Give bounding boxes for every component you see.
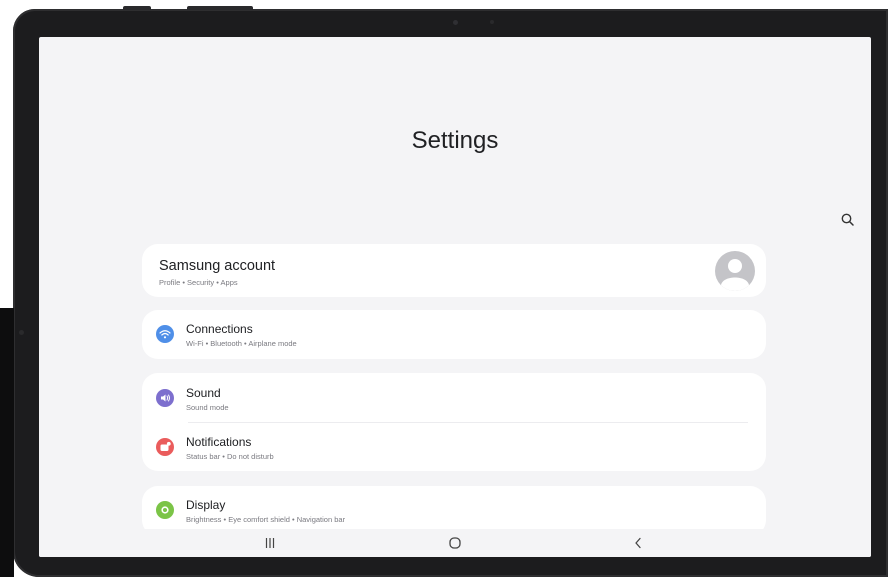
volume-button — [123, 6, 151, 10]
connections-subtitle: Wi-Fi • Bluetooth • Airplane mode — [186, 339, 297, 348]
notifications-subtitle: Status bar • Do not disturb — [186, 452, 274, 461]
navigation-bar — [39, 529, 871, 557]
sound-subtitle: Sound mode — [186, 403, 229, 412]
power-button — [187, 6, 253, 10]
page-title: Settings — [411, 127, 499, 154]
avatar-icon[interactable] — [715, 251, 755, 291]
front-camera — [453, 20, 458, 25]
recents-icon[interactable] — [250, 529, 290, 557]
screen: Settings Samsung account Profile • Secur… — [39, 37, 871, 557]
display-subtitle: Brightness • Eye comfort shield • Naviga… — [186, 515, 346, 524]
speaker-icon — [156, 389, 174, 407]
samsung-account-title: Samsung account — [159, 258, 276, 274]
home-icon[interactable] — [435, 529, 475, 557]
sound-row[interactable]: Sound Sound mode — [142, 373, 766, 422]
connections-title: Connections — [186, 322, 253, 336]
notifications-row[interactable]: Notifications Status bar • Do not distur… — [142, 422, 766, 471]
back-icon[interactable] — [618, 529, 658, 557]
notifications-title: Notifications — [186, 435, 252, 449]
wifi-icon — [156, 325, 174, 343]
sound-notifications-card: Sound Sound mode Notifications Status ba… — [142, 373, 766, 471]
samsung-account-card[interactable]: Samsung account Profile • Security • App… — [142, 244, 766, 297]
notification-icon — [156, 438, 174, 456]
search-icon[interactable] — [839, 211, 857, 229]
samsung-account-subtitle: Profile • Security • Apps — [159, 278, 238, 287]
background-edge — [0, 308, 14, 577]
sound-title: Sound — [186, 386, 221, 400]
connections-card[interactable]: Connections Wi-Fi • Bluetooth • Airplane… — [142, 310, 766, 359]
light-sensor — [490, 20, 494, 24]
sensor-dot — [19, 330, 24, 335]
display-title: Display — [186, 498, 226, 512]
brightness-icon — [156, 501, 174, 519]
